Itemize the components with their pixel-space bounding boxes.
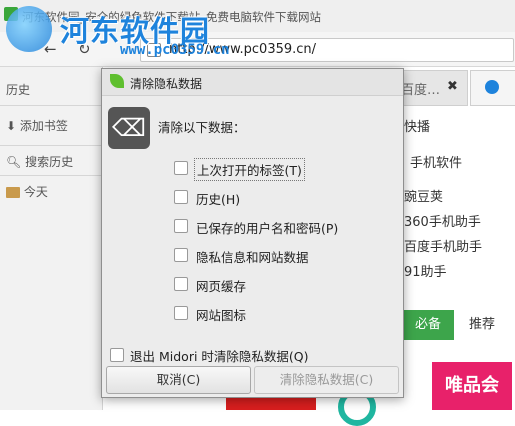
checkbox[interactable] <box>174 161 188 175</box>
checkbox[interactable] <box>174 190 188 204</box>
option-label: 网页缓存 <box>196 279 247 294</box>
checkbox[interactable] <box>174 306 188 320</box>
search-placeholder: 搜索历史 <box>25 155 74 169</box>
clear-data-icon: ⌫ <box>108 107 150 149</box>
dialog-titlebar: 清除隐私数据 <box>102 69 403 96</box>
link-baidu-helper[interactable]: 百度手机助手 <box>404 236 482 255</box>
clear-private-data-button[interactable]: 清除隐私数据(C) <box>254 366 399 394</box>
dialog-prompt: 清除以下数据： <box>158 120 246 135</box>
history-sidebar: 历史 ⬇ 添加书签 🔍︎ 搜索历史 今天 <box>0 67 103 410</box>
history-folder-today[interactable]: 今天 <box>6 183 48 200</box>
tab-recommend[interactable]: 推荐 <box>456 310 508 340</box>
site-icon <box>485 80 499 94</box>
bookmark-add-icon: ⬇ <box>6 119 17 133</box>
clear-private-data-dialog: 清除隐私数据 ⌫ 清除以下数据： 上次打开的标签(T) 历史(H) 已保存的用户… <box>101 68 404 398</box>
search-icon: 🔍︎ <box>6 155 22 169</box>
option-label: 网站图标 <box>196 308 247 323</box>
checkbox[interactable] <box>174 248 188 262</box>
link-360-helper[interactable]: 360手机助手 <box>404 211 481 230</box>
checkbox[interactable] <box>110 348 124 362</box>
checkbox[interactable] <box>174 277 188 291</box>
folder-label: 今天 <box>23 185 48 199</box>
option-label: 隐私信息和网站数据 <box>196 250 309 265</box>
link-wandoujia[interactable]: 豌豆荚 <box>404 186 443 205</box>
option-label: 退出 Midori 时清除隐私数据(Q) <box>130 349 309 364</box>
option-label: 上次打开的标签(T) <box>194 158 305 181</box>
app-tile-vip[interactable]: 唯品会 <box>432 362 512 410</box>
watermark-url: www.pc0359.cn <box>120 42 230 58</box>
tab-current[interactable] <box>470 70 515 106</box>
tab-baidu[interactable]: 百度… ✖ <box>400 70 468 106</box>
link-91-helper[interactable]: 91助手 <box>404 261 447 280</box>
cancel-button[interactable]: 取消(C) <box>106 366 251 394</box>
section-mobile-software: 手机软件 <box>410 156 463 171</box>
add-bookmark-button[interactable]: ⬇ 添加书签 <box>6 117 68 134</box>
tab-must-have[interactable]: 必备 <box>402 310 454 340</box>
dialog-title: 清除隐私数据 <box>130 77 203 91</box>
divider <box>0 105 102 106</box>
divider <box>0 145 102 146</box>
divider <box>0 175 102 176</box>
history-search[interactable]: 🔍︎ 搜索历史 <box>6 153 73 170</box>
watermark-logo <box>6 6 52 52</box>
sidebar-header: 历史 <box>6 83 31 97</box>
leaf-icon <box>110 74 124 88</box>
option-label: 历史(H) <box>196 192 241 207</box>
checkbox[interactable] <box>174 219 188 233</box>
option-label: 已保存的用户名和密码(P) <box>196 221 339 236</box>
folder-icon <box>6 187 20 198</box>
tab-label: 百度… <box>401 83 441 98</box>
link-kuaibo[interactable]: 快播 <box>404 116 430 135</box>
close-icon[interactable]: ✖ <box>447 79 458 94</box>
add-bookmark-label: 添加书签 <box>19 119 68 133</box>
